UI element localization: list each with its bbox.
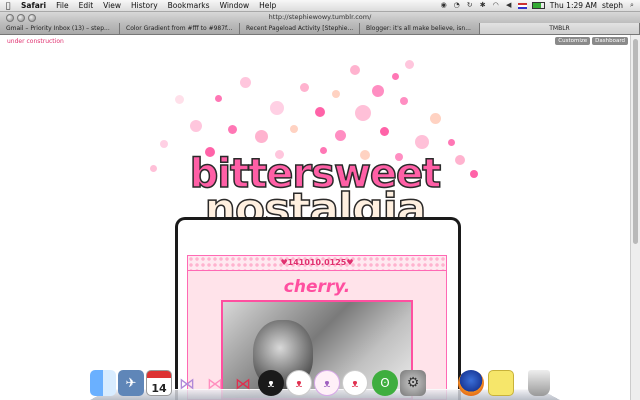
bow-icon[interactable]: ⋈ bbox=[230, 370, 256, 396]
window-titlebar: http://stephiewowy.tumblr.com/ bbox=[0, 12, 640, 23]
web-page: under construction Customize Dashboard b… bbox=[0, 35, 630, 400]
customize-button[interactable]: Customize bbox=[555, 37, 591, 45]
hello-kitty-icon[interactable]: ᴥ bbox=[314, 370, 340, 396]
tab-pageload-activity[interactable]: Recent Pageload Activity [Stephie... bbox=[240, 23, 360, 34]
menulet-icon[interactable]: ◉ bbox=[440, 2, 448, 9]
calendar-day: 14 bbox=[151, 382, 167, 395]
tab-tumblr[interactable]: TMBLR bbox=[480, 23, 640, 34]
menu-file[interactable]: File bbox=[51, 1, 74, 10]
menu-window[interactable]: Window bbox=[215, 1, 255, 10]
address-bar[interactable]: http://stephiewowy.tumblr.com/ bbox=[0, 13, 640, 21]
tumblr-controls: Customize Dashboard bbox=[555, 37, 628, 45]
preview-icon[interactable]: ✈ bbox=[118, 370, 144, 396]
trash-icon[interactable] bbox=[528, 370, 550, 396]
bluetooth-icon[interactable]: ✱ bbox=[479, 2, 487, 9]
tab-color-gradient[interactable]: Color Gradient from #fff to #987f... bbox=[120, 23, 240, 34]
battery-icon[interactable] bbox=[531, 2, 545, 9]
bow-icon[interactable]: ⋈ bbox=[174, 370, 200, 396]
hello-kitty-icon[interactable]: ᴥ bbox=[342, 370, 368, 396]
menu-clock[interactable]: Thu 1:29 AM bbox=[550, 1, 597, 10]
tab-blogger[interactable]: Blogger: it's all make believe, isn... bbox=[360, 23, 480, 34]
menu-bookmarks[interactable]: Bookmarks bbox=[163, 1, 215, 10]
menu-extras: ◉ ◔ ↻ ✱ ◠ ◀ Thu 1:29 AM steph ⌕ bbox=[440, 0, 636, 11]
menu-bar:  Safari File Edit View History Bookmark… bbox=[0, 0, 640, 12]
input-flag-icon[interactable] bbox=[517, 2, 527, 9]
hello-kitty-icon[interactable]: ᴥ bbox=[258, 370, 284, 396]
ical-icon[interactable]: 14 bbox=[146, 370, 172, 396]
apple-menu-icon[interactable]:  bbox=[0, 1, 16, 10]
tab-bar: Gmail – Priority Inbox (13) – step... Co… bbox=[0, 23, 640, 35]
bow-icon[interactable]: ⋈ bbox=[202, 370, 228, 396]
menu-history[interactable]: History bbox=[126, 1, 163, 10]
finder-icon[interactable] bbox=[90, 370, 116, 396]
volume-icon[interactable]: ◀ bbox=[505, 2, 513, 9]
menu-user[interactable]: steph bbox=[602, 1, 623, 10]
time-machine-icon[interactable]: ↻ bbox=[466, 2, 474, 9]
menu-help[interactable]: Help bbox=[254, 1, 281, 10]
menu-view[interactable]: View bbox=[98, 1, 126, 10]
under-construction-text: under construction bbox=[7, 38, 64, 45]
post-title[interactable]: cherry. bbox=[188, 277, 446, 297]
spotlight-icon[interactable]: ⌕ bbox=[628, 2, 636, 9]
page-scrollbar[interactable] bbox=[630, 35, 640, 400]
post-date[interactable]: ♥141010.0125♥ bbox=[188, 258, 446, 267]
dock: ✈ 14 ⋈ ⋈ ⋈ ᴥ ᴥ ᴥ ᴥ ʘ ⚙ bbox=[90, 366, 560, 400]
tab-gmail[interactable]: Gmail – Priority Inbox (13) – step... bbox=[0, 23, 120, 34]
scrollbar-thumb[interactable] bbox=[633, 39, 638, 244]
keroppi-icon[interactable]: ʘ bbox=[372, 370, 398, 396]
dashboard-button[interactable]: Dashboard bbox=[592, 37, 628, 45]
wifi-icon[interactable]: ◠ bbox=[492, 2, 500, 9]
post-header: ♥141010.0125♥ bbox=[188, 256, 446, 271]
menu-app-name[interactable]: Safari bbox=[16, 1, 51, 10]
system-preferences-icon[interactable]: ⚙ bbox=[400, 370, 426, 396]
firefox-icon[interactable] bbox=[458, 370, 484, 396]
menu-edit[interactable]: Edit bbox=[74, 1, 99, 10]
stickies-icon[interactable] bbox=[488, 370, 514, 396]
hello-kitty-icon[interactable]: ᴥ bbox=[286, 370, 312, 396]
menulet-icon[interactable]: ◔ bbox=[453, 2, 461, 9]
